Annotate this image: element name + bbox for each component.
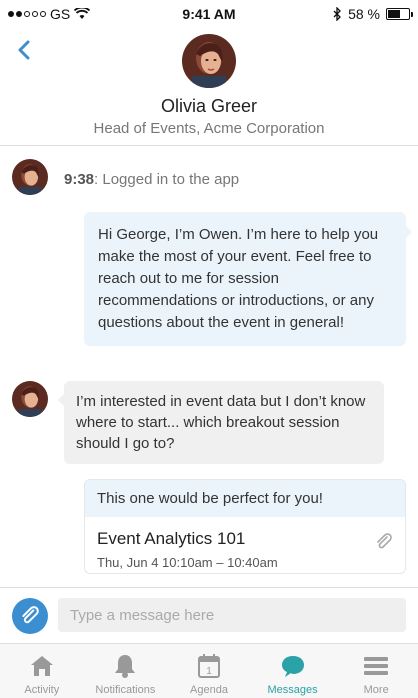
outgoing-message-bubble: Hi George, I’m Owen. I’m here to help yo… <box>84 212 412 346</box>
battery-percent: 58 % <box>348 6 380 22</box>
tab-label: More <box>363 684 389 696</box>
tab-agenda[interactable]: 1 Agenda <box>167 644 251 698</box>
battery-level <box>388 10 400 18</box>
status-bar: GS 9:41 AM 58 % <box>0 0 418 28</box>
conversation-header: Olivia Greer Head of Events, Acme Corpor… <box>0 28 418 146</box>
log-time: 9:38 <box>64 171 95 188</box>
contact-avatar-small <box>12 381 48 417</box>
tab-bar: Activity Notifications 1 Agenda Messages… <box>0 643 418 698</box>
tab-label: Activity <box>24 684 60 696</box>
paperclip-icon <box>377 533 392 549</box>
incoming-message-text: I’m interested in event data but I don’t… <box>76 393 366 452</box>
tab-more[interactable]: More <box>334 644 418 698</box>
message-input[interactable] <box>58 598 406 632</box>
recommendation-text: This one would be perfect for you! <box>85 480 405 517</box>
contact-name: Olivia Greer <box>160 96 258 116</box>
avatar-image <box>12 381 48 417</box>
activity-log-entry: 9:38: Logged in to the app <box>64 171 239 188</box>
paperclip-icon <box>22 606 39 624</box>
tab-label: Messages <box>267 684 318 696</box>
svg-text:1: 1 <box>206 666 212 677</box>
log-text: : Logged in to the app <box>94 171 240 188</box>
message-thread: 9:38: Logged in to the app Hi George, I’… <box>0 147 418 587</box>
battery-group: 58 % <box>333 6 413 22</box>
bubble-tail <box>404 224 412 240</box>
bluetooth-icon <box>333 7 341 21</box>
contact-avatar[interactable] <box>182 34 236 88</box>
contact-avatar-small <box>12 159 48 195</box>
chat-bubble-icon <box>279 652 307 680</box>
menu-icon <box>362 652 390 680</box>
session-card-body[interactable]: Event Analytics 101 Thu, Jun 4 10:10am –… <box>85 517 405 573</box>
tab-label: Agenda <box>190 684 228 696</box>
avatar-image <box>12 159 48 195</box>
message-composer <box>0 587 418 643</box>
attach-button[interactable] <box>12 598 48 634</box>
session-recommendation-card[interactable]: This one would be perfect for you! Event… <box>84 479 406 574</box>
session-title: Event Analytics 101 <box>97 529 246 548</box>
home-icon <box>28 652 56 680</box>
calendar-icon: 1 <box>195 652 223 680</box>
tab-activity[interactable]: Activity <box>0 644 84 698</box>
incoming-message-bubble: I’m interested in event data but I don’t… <box>58 381 384 464</box>
tab-label: Notifications <box>95 684 156 696</box>
bubble-tail <box>58 393 65 407</box>
avatar-image <box>182 34 236 88</box>
tab-notifications[interactable]: Notifications <box>84 644 168 698</box>
outgoing-message-text: Hi George, I’m Owen. I’m here to help yo… <box>98 226 379 331</box>
contact-role: Head of Events, Acme Corporation <box>93 120 325 137</box>
bell-icon <box>111 652 139 680</box>
tab-messages[interactable]: Messages <box>251 644 335 698</box>
back-icon[interactable] <box>14 38 34 62</box>
battery-icon <box>386 8 413 20</box>
session-time: Thu, Jun 4 10:10am – 10:40am <box>97 555 278 570</box>
